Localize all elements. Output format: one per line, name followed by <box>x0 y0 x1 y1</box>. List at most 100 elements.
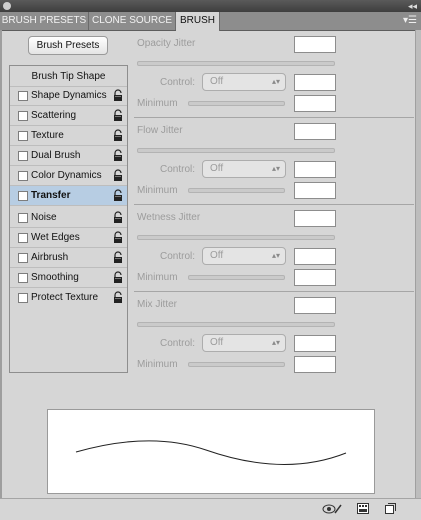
opacity-control-select[interactable]: Off ▴▾ <box>202 73 286 91</box>
checkbox[interactable] <box>18 253 28 263</box>
wetness-minimum-slider[interactable] <box>188 275 285 280</box>
flow-minimum-slider[interactable] <box>188 188 285 193</box>
sidebar-item-dual-brush[interactable]: Dual Brush <box>10 146 127 166</box>
flow-jitter-label: Flow Jitter <box>137 125 183 136</box>
checkbox[interactable] <box>18 171 28 181</box>
lock-icon[interactable] <box>113 89 123 101</box>
sidebar-item-protect-texture[interactable]: Protect Texture <box>10 288 127 307</box>
lock-icon[interactable] <box>113 109 123 121</box>
wetness-control-field[interactable] <box>294 248 336 265</box>
lock-icon[interactable] <box>113 271 123 283</box>
stepper-arrows-icon: ▴▾ <box>271 77 280 86</box>
toggle-live-preview-icon[interactable] <box>322 503 342 515</box>
right-scrollbar[interactable] <box>415 30 421 498</box>
close-dot-icon[interactable] <box>3 2 11 10</box>
sidebar-item-label: Scattering <box>31 110 77 121</box>
checkbox[interactable] <box>18 273 28 283</box>
tab-bar: BRUSH PRESETS CLONE SOURCE BRUSH ▾☰ <box>0 12 421 31</box>
minimum-label: Minimum <box>137 185 178 196</box>
checkbox[interactable] <box>18 191 28 201</box>
sidebar-item-label: Wet Edges <box>31 232 80 243</box>
mix-jitter-field[interactable] <box>294 297 336 314</box>
sidebar-item-label: Smoothing <box>31 272 79 283</box>
collapse-arrows-icon[interactable]: ◂◂ <box>408 0 417 12</box>
flow-control-field[interactable] <box>294 161 336 178</box>
opacity-jitter-field[interactable] <box>294 36 336 53</box>
wetness-jitter-field[interactable] <box>294 210 336 227</box>
tab-clone-source[interactable]: CLONE SOURCE <box>89 12 176 30</box>
sidebar-item-label: Shape Dynamics <box>31 90 107 101</box>
mix-control-field[interactable] <box>294 335 336 352</box>
divider <box>134 117 414 118</box>
lock-icon[interactable] <box>113 129 123 141</box>
opacity-minimum-field[interactable] <box>294 95 336 112</box>
flow-minimum-field[interactable] <box>294 182 336 199</box>
sidebar-item-noise[interactable]: Noise <box>10 208 127 228</box>
checkbox[interactable] <box>18 91 28 101</box>
brush-presets-button[interactable]: Brush Presets <box>28 36 108 55</box>
mix-jitter-slider[interactable] <box>137 322 335 327</box>
left-edge <box>0 30 2 498</box>
wetness-jitter-label: Wetness Jitter <box>137 212 201 223</box>
opacity-jitter-slider[interactable] <box>137 61 335 66</box>
checkbox[interactable] <box>18 131 28 141</box>
lock-icon[interactable] <box>113 231 123 243</box>
wetness-minimum-field[interactable] <box>294 269 336 286</box>
select-value: Off <box>210 250 224 261</box>
sidebar-item-airbrush[interactable]: Airbrush <box>10 248 127 268</box>
checkbox[interactable] <box>18 111 28 121</box>
sidebar-item-wet-edges[interactable]: Wet Edges <box>10 228 127 248</box>
lock-icon[interactable] <box>113 149 123 161</box>
wetness-jitter-slider[interactable] <box>137 235 335 240</box>
checkbox[interactable] <box>18 151 28 161</box>
lock-icon[interactable] <box>113 211 123 223</box>
tab-brush[interactable]: BRUSH <box>176 12 220 31</box>
mix-jitter-label: Mix Jitter <box>137 299 177 310</box>
stepper-arrows-icon: ▴▾ <box>271 164 280 173</box>
flow-jitter-field[interactable] <box>294 123 336 140</box>
mix-minimum-slider[interactable] <box>188 362 285 367</box>
stroke-preview-curve <box>75 440 347 465</box>
sidebar-item-color-dynamics[interactable]: Color Dynamics <box>10 166 127 186</box>
checkbox[interactable] <box>18 293 28 303</box>
flow-control-select[interactable]: Off ▴▾ <box>202 160 286 178</box>
sidebar-item-label: Airbrush <box>31 252 69 263</box>
control-label: Control: <box>160 77 196 88</box>
flow-jitter-slider[interactable] <box>137 148 335 153</box>
wetness-control-select[interactable]: Off ▴▾ <box>202 247 286 265</box>
tab-brush-presets[interactable]: BRUSH PRESETS <box>0 12 89 30</box>
sidebar-item-label: Color Dynamics <box>31 170 102 181</box>
minimum-label: Minimum <box>137 359 178 370</box>
select-value: Off <box>210 337 224 348</box>
checkbox[interactable] <box>18 213 28 223</box>
sidebar-item-shape-dynamics[interactable]: Shape Dynamics <box>10 86 127 106</box>
brush-panel-icon[interactable] <box>357 503 369 514</box>
sidebar-item-label: Dual Brush <box>31 150 81 161</box>
sidebar-item-label: Protect Texture <box>31 292 99 303</box>
checkbox[interactable] <box>18 233 28 243</box>
panel-menu-icon[interactable]: ▾☰ <box>403 15 417 26</box>
lock-icon[interactable] <box>113 169 123 181</box>
sidebar-item-scattering[interactable]: Scattering <box>10 106 127 126</box>
brush-tip-shape-item[interactable]: Brush Tip Shape <box>10 68 127 87</box>
mix-minimum-field[interactable] <box>294 356 336 373</box>
stepper-arrows-icon: ▴▾ <box>271 251 280 260</box>
brush-options-list: Brush Tip Shape Shape Dynamics Scatterin… <box>9 65 128 373</box>
sidebar-item-label: Noise <box>31 212 57 223</box>
sidebar-item-label: Transfer <box>31 190 71 201</box>
opacity-control-field[interactable] <box>294 74 336 91</box>
sidebar-item-texture[interactable]: Texture <box>10 126 127 146</box>
lock-icon[interactable] <box>113 189 123 201</box>
sidebar-item-transfer[interactable]: Transfer <box>10 186 127 206</box>
lock-icon[interactable] <box>113 251 123 263</box>
minimum-label: Minimum <box>137 98 178 109</box>
opacity-minimum-slider[interactable] <box>188 101 285 106</box>
sidebar-item-smoothing[interactable]: Smoothing <box>10 268 127 288</box>
select-value: Off <box>210 163 224 174</box>
mix-control-select[interactable]: Off ▴▾ <box>202 334 286 352</box>
control-label: Control: <box>160 338 196 349</box>
panel-footer <box>0 498 421 520</box>
new-preset-icon[interactable] <box>385 503 396 514</box>
brush-stroke-preview <box>47 409 375 494</box>
lock-icon[interactable] <box>113 291 123 303</box>
